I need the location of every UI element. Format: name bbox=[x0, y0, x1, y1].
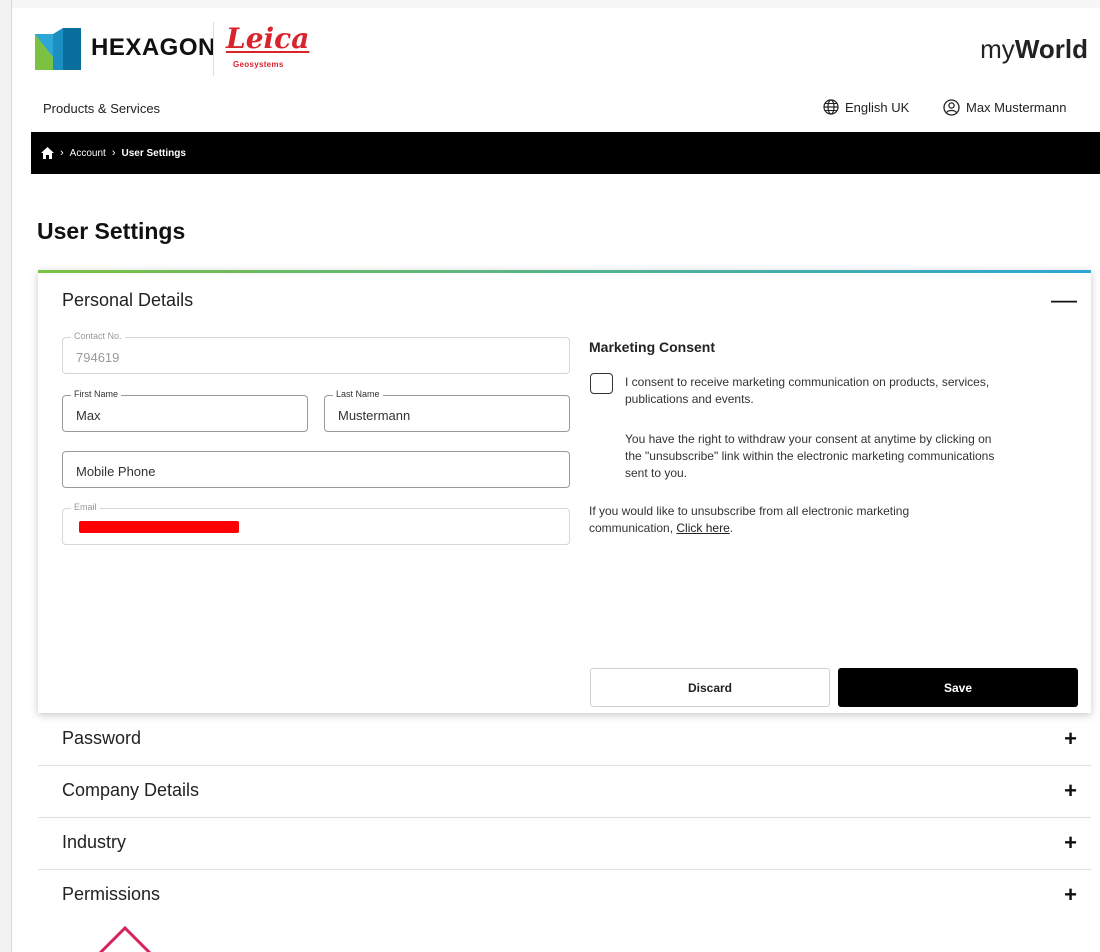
language-label: English UK bbox=[845, 99, 910, 115]
mobile-phone-input[interactable] bbox=[76, 464, 507, 479]
home-icon[interactable] bbox=[41, 147, 54, 159]
email-redaction bbox=[79, 521, 239, 533]
first-name-value[interactable]: Max bbox=[76, 408, 283, 423]
marketing-consent-title: Marketing Consent bbox=[589, 339, 716, 355]
personal-details-title[interactable]: Personal Details bbox=[62, 290, 193, 311]
mobile-phone-field[interactable] bbox=[62, 451, 570, 488]
user-name: Max Mustermann bbox=[966, 100, 1067, 115]
contact-no-value: 794619 bbox=[76, 350, 120, 365]
globe-icon bbox=[823, 99, 839, 115]
leica-logo[interactable]: Leica bbox=[226, 22, 309, 55]
myworld-bold: World bbox=[1014, 34, 1088, 64]
products-services-link[interactable]: Products & Services bbox=[43, 101, 160, 116]
last-name-label: Last Name bbox=[333, 389, 383, 399]
section-password-label: Password bbox=[62, 728, 142, 748]
plus-icon[interactable]: + bbox=[1064, 726, 1077, 752]
user-menu[interactable]: Max Mustermann bbox=[943, 99, 1066, 116]
discard-button[interactable]: Discard bbox=[590, 668, 830, 707]
last-name-value[interactable]: Mustermann bbox=[338, 408, 545, 423]
plus-icon[interactable]: + bbox=[1064, 882, 1077, 908]
page: HEXAGON Leica Geosystems myWorld Product… bbox=[31, 8, 1100, 952]
plus-icon[interactable]: + bbox=[1064, 778, 1077, 804]
chevron-right-icon: › bbox=[111, 147, 116, 159]
first-name-field[interactable]: First Name Max bbox=[62, 389, 308, 432]
annotation-arrow-icon bbox=[98, 925, 152, 952]
utility-bar: Products & Services English UK Max Muste… bbox=[31, 96, 1100, 120]
unsubscribe-prefix: If you would like to unsubscribe from al… bbox=[589, 504, 910, 535]
section-industry-label: Industry bbox=[62, 832, 127, 852]
breadcrumb-current: User Settings bbox=[121, 147, 186, 159]
contact-no-field: Contact No. 794619 bbox=[62, 331, 570, 374]
contact-no-label: Contact No. bbox=[71, 331, 125, 341]
window-top-edge bbox=[0, 0, 1100, 8]
header: HEXAGON Leica Geosystems myWorld bbox=[31, 8, 1100, 88]
language-selector[interactable]: English UK bbox=[823, 99, 909, 115]
myworld-logo[interactable]: myWorld bbox=[980, 34, 1088, 65]
leica-geosystems-label: Geosystems bbox=[233, 60, 284, 69]
unsubscribe-period: . bbox=[729, 521, 734, 535]
myworld-light: my bbox=[980, 34, 1015, 64]
unsubscribe-text: If you would like to unsubscribe from al… bbox=[589, 503, 979, 537]
marketing-consent-checkbox[interactable] bbox=[590, 373, 613, 394]
last-name-field[interactable]: Last Name Mustermann bbox=[324, 389, 570, 432]
page-title: User Settings bbox=[37, 218, 186, 244]
hexagon-brand[interactable]: HEXAGON bbox=[91, 34, 216, 62]
save-button[interactable]: Save bbox=[838, 668, 1078, 707]
minus-icon[interactable]: — bbox=[1051, 286, 1077, 312]
window-left-edge bbox=[0, 0, 12, 952]
first-name-label: First Name bbox=[71, 389, 122, 399]
logo-divider bbox=[213, 22, 214, 76]
user-icon bbox=[943, 99, 960, 116]
section-company-details[interactable]: Company Details + bbox=[38, 766, 1091, 818]
section-company-details-label: Company Details bbox=[62, 780, 200, 800]
email-label: Email bbox=[71, 502, 100, 512]
chevron-right-icon: › bbox=[60, 147, 64, 159]
withdraw-rights-text: You have the right to withdraw your cons… bbox=[625, 432, 995, 480]
panel-accent-bar bbox=[38, 270, 1091, 273]
section-password[interactable]: Password + bbox=[38, 714, 1091, 766]
hexagon-logo-icon bbox=[35, 28, 81, 70]
section-industry[interactable]: Industry + bbox=[38, 818, 1091, 870]
email-field: Email bbox=[62, 502, 570, 545]
marketing-consent-text: I consent to receive marketing communica… bbox=[625, 375, 990, 406]
unsubscribe-link[interactable]: Click here bbox=[676, 521, 729, 535]
section-permissions[interactable]: Permissions + bbox=[38, 870, 1091, 922]
plus-icon[interactable]: + bbox=[1064, 830, 1077, 856]
breadcrumb: › Account › User Settings bbox=[31, 132, 1100, 174]
personal-details-panel: Personal Details — Contact No. 794619 Fi… bbox=[38, 270, 1091, 713]
section-permissions-label: Permissions bbox=[62, 884, 161, 904]
breadcrumb-account[interactable]: Account bbox=[70, 148, 106, 159]
